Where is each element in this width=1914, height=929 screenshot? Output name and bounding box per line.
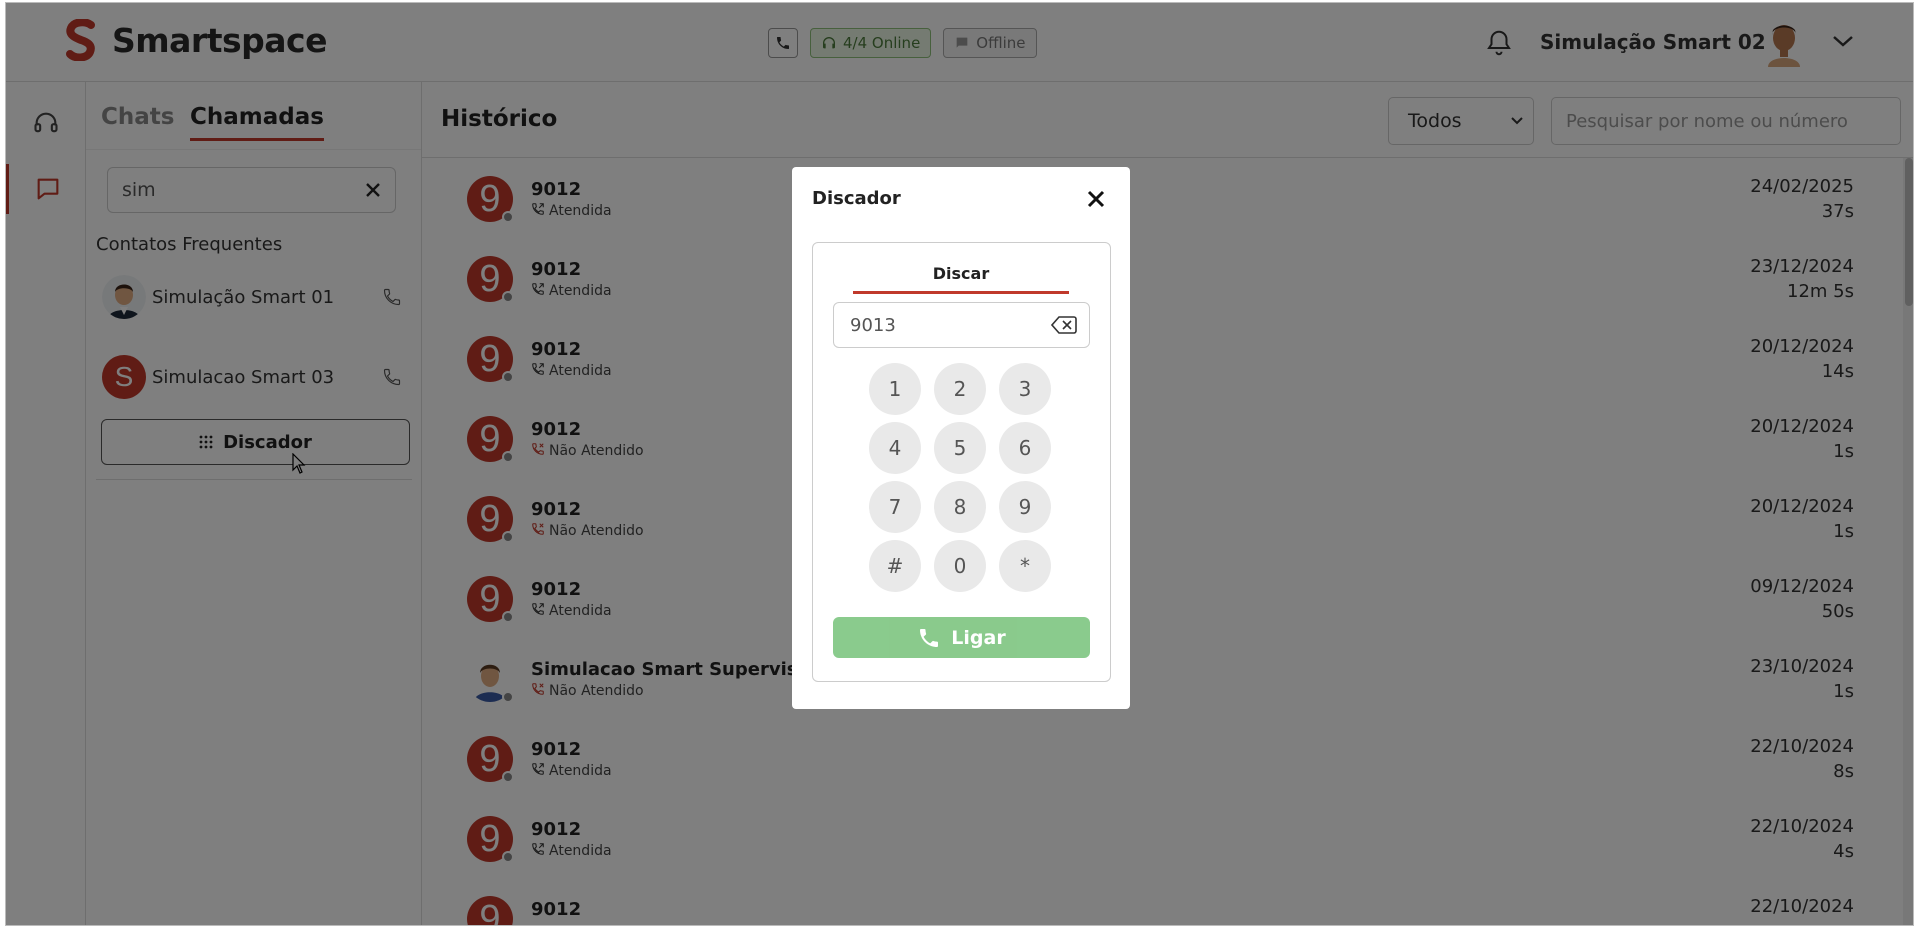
dialer-card: Discar 9013 1 2 3 4 5 6 7 8 9 #0 * Ligar — [812, 242, 1111, 682]
call-button-label: Ligar — [951, 626, 1006, 649]
number-input-value: 9013 — [850, 314, 896, 336]
modal-title: Discador — [812, 188, 901, 209]
dial-key[interactable]: 6 — [999, 422, 1051, 474]
dial-keypad: 1 2 3 4 5 6 7 8 9 #0 * — [869, 363, 1052, 592]
dial-key[interactable]: * — [999, 540, 1051, 592]
backspace-icon[interactable] — [1051, 315, 1077, 335]
call-button[interactable]: Ligar — [833, 617, 1090, 658]
dial-key[interactable]: 9 — [999, 481, 1051, 533]
dial-key[interactable]: # — [869, 540, 921, 592]
dial-key[interactable]: 1 — [869, 363, 921, 415]
dial-key[interactable]: 0 — [934, 540, 986, 592]
number-input[interactable]: 9013 — [833, 302, 1090, 348]
dial-key[interactable]: 3 — [999, 363, 1051, 415]
dial-key[interactable]: 4 — [869, 422, 921, 474]
dial-key[interactable]: 5 — [934, 422, 986, 474]
dial-key[interactable]: 8 — [934, 481, 986, 533]
dial-key[interactable]: 7 — [869, 481, 921, 533]
dialer-modal: Discador Discar 9013 1 2 3 4 5 6 7 8 9 #0 * Ligar — [792, 167, 1130, 709]
close-icon[interactable] — [1084, 187, 1108, 211]
tab-discar[interactable]: Discar — [853, 264, 1069, 294]
phone-icon — [920, 628, 939, 647]
dial-key[interactable]: 2 — [934, 363, 986, 415]
